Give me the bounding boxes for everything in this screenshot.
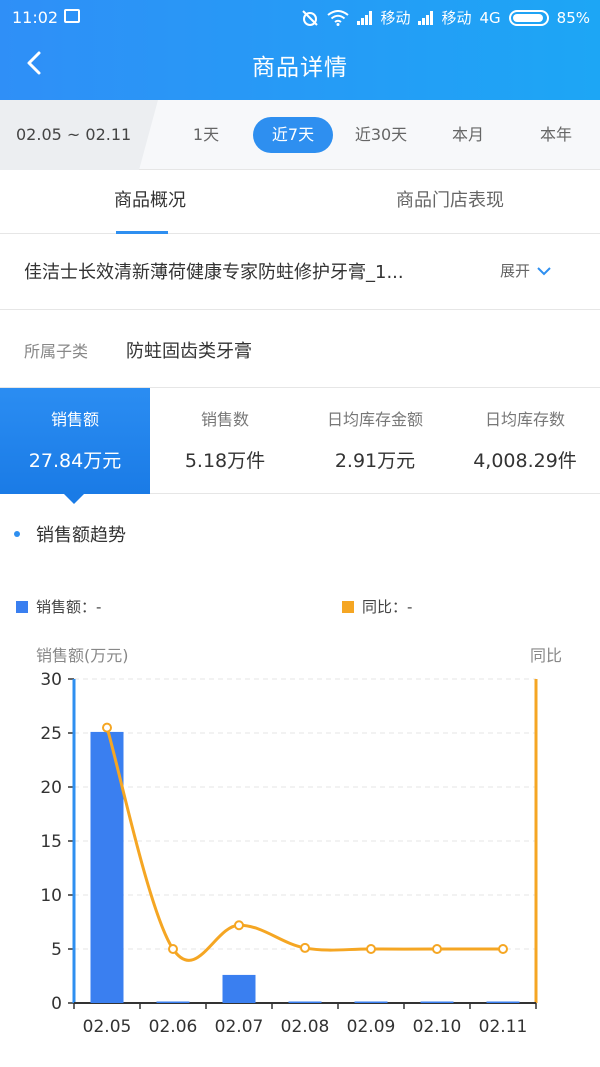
metric-cards: 销售额 27.84万元 销售数 5.18万件 日均库存金额 2.91万元 日均库… [0, 388, 600, 494]
period-this-month[interactable]: 本月 [436, 117, 500, 153]
point-yoy [168, 944, 178, 954]
period-1-day[interactable]: 1天 [176, 117, 236, 153]
subcategory-value: 防蛀固齿类牙膏 [126, 341, 252, 362]
y-tick-label: 5 [51, 940, 62, 960]
bar-sales [288, 1001, 322, 1003]
date-range-picker[interactable]: 02.05 ~ 02.11 [0, 100, 158, 170]
y-tick-label: 30 [40, 670, 62, 690]
subcategory-row: 所属子类 防蛀固齿类牙膏 [0, 310, 600, 388]
point-yoy [234, 920, 244, 931]
metric-active-pointer [64, 494, 84, 504]
expand-label: 展开 [500, 262, 531, 280]
point-yoy [102, 722, 112, 733]
x-tick-label: 02.07 [215, 1017, 264, 1037]
y-tick-label: 25 [40, 724, 62, 744]
y-tick-label: 20 [40, 778, 62, 798]
metric-value: 27.84万元 [28, 450, 122, 472]
metric-sales-amount[interactable]: 销售额 27.84万元 [0, 388, 150, 494]
metric-label: 日均库存数 [484, 410, 565, 429]
battery-level: 85% [556, 8, 590, 27]
subcategory-label: 所属子类 [24, 342, 89, 361]
status-time: 11:02 [12, 8, 59, 27]
network-type: 4G [479, 8, 501, 27]
bar-sales [486, 1001, 520, 1003]
signal-icon [418, 10, 434, 25]
metric-label: 销售数 [200, 410, 249, 429]
trend-section-header: 销售额趋势 [0, 512, 600, 556]
battery-icon [508, 9, 549, 26]
legend-swatch-sales [16, 600, 28, 613]
legend-yoy-text: 同比：- [362, 598, 413, 616]
alarm-off-icon [302, 9, 319, 26]
x-tick-label: 02.09 [347, 1017, 396, 1037]
line-yoy [105, 727, 503, 962]
metric-avg-inventory-count[interactable]: 日均库存数 4,008.29件 [450, 388, 600, 494]
tab-store-performance[interactable]: 商品门店表现 [300, 170, 600, 234]
point-yoy [300, 942, 310, 953]
carrier-2: 移动 [441, 9, 472, 27]
status-bar: 11:02 移动 移动 4G 85% [0, 0, 600, 36]
metric-label: 日均库存金额 [326, 410, 423, 429]
metric-avg-inventory-amount[interactable]: 日均库存金额 2.91万元 [300, 388, 450, 494]
bar-sales [222, 974, 256, 1003]
bullet-dot [14, 531, 20, 537]
date-filter-bar: 02.05 ~ 02.11 1天 近7天 近30天 本月 本年 [0, 100, 600, 170]
detail-tabs: 商品概况 商品门店表现 [0, 170, 600, 234]
status-right: 移动 移动 4G 85% [301, 7, 590, 28]
legend-yoy: 同比：- [342, 596, 412, 617]
y-tick-label: 10 [40, 886, 62, 906]
wifi-icon [327, 9, 350, 26]
x-tick-label: 02.06 [149, 1017, 198, 1037]
x-tick-label: 02.05 [83, 1017, 132, 1037]
y-tick-label: 0 [51, 994, 62, 1014]
bar-sales [420, 1001, 454, 1003]
point-yoy [498, 944, 508, 954]
app-header: 11:02 移动 移动 4G 85% 商品详情 [0, 0, 600, 100]
sim-card-icon [64, 9, 80, 23]
period-7-days[interactable]: 近7天 [253, 117, 333, 153]
expand-button[interactable]: 展开 [500, 260, 552, 281]
point-yoy [432, 944, 442, 954]
product-row: 佳洁士长效清新薄荷健康专家防蛀修护牙膏_1... 展开 [0, 234, 600, 310]
period-30-days[interactable]: 近30天 [344, 117, 418, 153]
x-tick-label: 02.10 [413, 1017, 462, 1037]
product-name: 佳洁士长效清新薄荷健康专家防蛀修护牙膏_1... [24, 262, 404, 283]
trend-title: 销售额趋势 [36, 525, 126, 546]
tab-overview[interactable]: 商品概况 [0, 170, 300, 234]
carrier-1: 移动 [380, 9, 411, 27]
point-yoy [366, 944, 376, 954]
x-tick-label: 02.11 [479, 1017, 528, 1037]
period-this-year[interactable]: 本年 [524, 117, 588, 153]
page-title: 商品详情 [252, 55, 348, 81]
chevron-down-icon [537, 266, 551, 275]
legend-sales: 销售额：- [16, 596, 101, 617]
metric-label: 销售额 [50, 410, 99, 429]
x-tick-label: 02.08 [281, 1017, 330, 1037]
y-tick-label: 15 [40, 832, 62, 852]
metric-sales-count[interactable]: 销售数 5.18万件 [150, 388, 300, 494]
legend-swatch-yoy [342, 600, 354, 613]
bar-sales [354, 1001, 388, 1003]
metric-value: 2.91万元 [334, 450, 416, 472]
legend-sales-text: 销售额：- [36, 598, 102, 616]
sales-trend-chart: 0 5 10 15 20 25 30 02.05 02.06 02.07 02.08 02.09 02.… [40, 670, 538, 1037]
bar-sales [156, 1001, 190, 1003]
metric-value: 4,008.29件 [473, 450, 577, 472]
metric-value: 5.18万件 [184, 450, 266, 472]
signal-icon [357, 10, 373, 25]
